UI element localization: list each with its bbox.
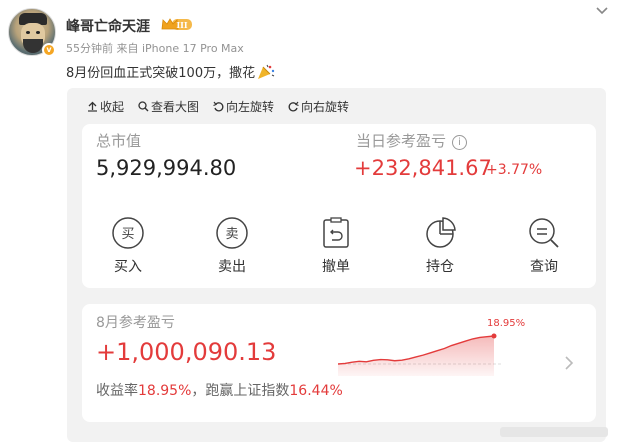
- day-pnl-label-text: 当日参考盈亏: [356, 132, 447, 150]
- post-text: 8月份回血正式突破100万，撒花: [66, 62, 275, 81]
- collapse-label: 收起: [100, 100, 125, 114]
- buy-icon-char: 买: [121, 227, 134, 242]
- compare-value: 16.44%: [289, 383, 343, 399]
- view-large-button[interactable]: 查看大图: [138, 98, 199, 115]
- total-market-value: 5,929,994.80: [96, 156, 237, 180]
- cancel-order-label: 撤单: [322, 259, 350, 275]
- view-large-label: 查看大图: [151, 100, 200, 114]
- positions-label: 持仓: [426, 259, 454, 275]
- buy-action[interactable]: 买 买入: [98, 216, 158, 276]
- verified-badge: v: [42, 43, 56, 57]
- watermark-blur: [500, 427, 608, 437]
- magnifier-icon: [138, 101, 149, 112]
- monthly-pnl-label: 8月参考盈亏: [96, 315, 175, 331]
- buy-label: 买入: [114, 259, 142, 275]
- crown-level-icon: III: [161, 18, 192, 30]
- total-market-value-label: 总市值: [96, 132, 142, 150]
- post-meta: 55分钟前 来自 iPhone 17 Pro Max: [66, 42, 244, 55]
- party-popper-icon: [258, 64, 275, 79]
- collapse-button[interactable]: 收起: [87, 98, 124, 115]
- image-toolbar: 收起 查看大图 向左旋转 向右旋转: [87, 98, 349, 115]
- sparkline-area: [338, 336, 494, 376]
- asset-panel: 总市值 5,929,994.80 当日参考盈亏 i +232,841.67 +3.…: [82, 124, 596, 288]
- rotate-left-label: 向左旋转: [226, 100, 275, 114]
- cancel-order-icon: [323, 217, 349, 248]
- monthly-pnl-value: +1,000,090.13: [96, 338, 277, 366]
- level-badge-text: III: [176, 20, 187, 30]
- rotate-left-icon: [213, 101, 224, 112]
- day-pnl-label: 当日参考盈亏 i: [356, 130, 468, 151]
- sell-icon: 卖: [216, 217, 248, 249]
- username[interactable]: 峰哥亡命天涯: [66, 16, 150, 36]
- sparkline-end-dot: [491, 333, 497, 339]
- image-card: 收起 查看大图 向左旋转 向右旋转 总市值 5,929,994.80 当日参考盈…: [67, 88, 606, 442]
- rotate-right-icon: [288, 101, 299, 112]
- query-action[interactable]: 查询: [514, 216, 574, 276]
- rotate-right-label: 向右旋转: [301, 100, 350, 114]
- collapse-icon: [88, 101, 97, 112]
- chevron-down-icon[interactable]: [593, 2, 611, 20]
- monthly-pnl-panel[interactable]: 8月参考盈亏 +1,000,090.13 收益率18.95%，跑赢上证指数16.…: [82, 304, 596, 422]
- rotate-left-button[interactable]: 向左旋转: [213, 98, 274, 115]
- search-icon: [529, 218, 559, 248]
- info-icon[interactable]: i: [452, 135, 468, 150]
- return-rate-value: 18.95%: [138, 383, 192, 399]
- positions-action[interactable]: 持仓: [410, 216, 470, 276]
- return-rate-label: 收益率: [96, 383, 138, 399]
- chevron-right-icon[interactable]: [562, 354, 576, 372]
- rotate-right-button[interactable]: 向右旋转: [288, 98, 349, 115]
- day-pnl-value: +232,841.67: [354, 156, 492, 180]
- query-label: 查询: [530, 259, 558, 275]
- return-rate-line: 收益率18.95%，跑赢上证指数16.44%: [96, 380, 343, 400]
- post-text-content: 8月份回血正式突破100万，撒花: [66, 66, 256, 81]
- buy-icon: 买: [112, 217, 144, 249]
- sparkline-chart: [338, 333, 502, 376]
- compare-label: ，跑赢上证指数: [191, 383, 290, 399]
- pie-chart-icon: [426, 217, 456, 248]
- sell-icon-char: 卖: [225, 227, 238, 242]
- sell-label: 卖出: [218, 259, 246, 275]
- sell-action[interactable]: 卖 卖出: [202, 216, 262, 276]
- cancel-order-action[interactable]: 撤单: [306, 216, 366, 276]
- day-pnl-percent: +3.77%: [486, 162, 543, 178]
